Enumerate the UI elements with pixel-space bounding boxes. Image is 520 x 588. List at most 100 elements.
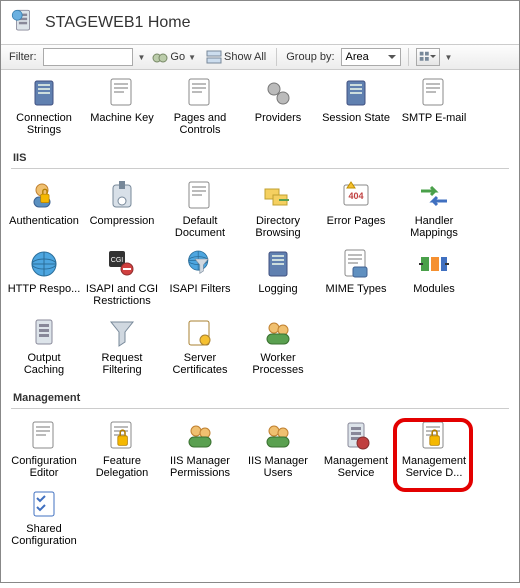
feature-label: Request Filtering xyxy=(85,352,159,376)
feature-label: Compression xyxy=(90,215,155,239)
default-document-icon xyxy=(183,179,217,213)
feature-isapi-filters[interactable]: ISAPI Filters xyxy=(161,243,239,311)
feature-worker-processes[interactable]: Worker Processes xyxy=(239,312,317,380)
groupby-label: Group by: xyxy=(284,51,336,63)
feature-http-response[interactable]: HTTP Respo... xyxy=(5,243,83,311)
feature-mgmt-service-del[interactable]: Management Service D... xyxy=(395,415,473,483)
providers-icon xyxy=(261,76,295,110)
feature-label: Feature Delegation xyxy=(85,455,159,479)
feature-compression[interactable]: Compression xyxy=(83,175,161,243)
feature-label: Default Document xyxy=(163,215,237,239)
feature-providers[interactable]: Providers xyxy=(239,72,317,140)
directory-browsing-icon xyxy=(261,179,295,213)
feature-modules[interactable]: Modules xyxy=(395,243,473,311)
feature-server-certificates[interactable]: Server Certificates xyxy=(161,312,239,380)
feature-label: IIS Manager Permissions xyxy=(163,455,237,479)
section-grid: Configuration EditorFeature DelegationII… xyxy=(5,415,515,551)
separator xyxy=(276,48,277,66)
page-header: STAGEWEB1 Home xyxy=(1,1,519,44)
feature-logging[interactable]: Logging xyxy=(239,243,317,311)
feature-isapi-cgi[interactable]: ISAPI and CGI Restrictions xyxy=(83,243,161,311)
feature-label: ISAPI and CGI Restrictions xyxy=(85,283,159,307)
shared-config-icon xyxy=(27,487,61,521)
feature-error-pages[interactable]: Error Pages xyxy=(317,175,395,243)
go-button[interactable]: Go ▼ xyxy=(149,48,199,66)
feature-label: Modules xyxy=(413,283,455,307)
section-divider xyxy=(11,168,509,169)
binoculars-icon xyxy=(152,49,168,65)
view-mode-button[interactable] xyxy=(416,48,440,66)
feature-label: Shared Configuration xyxy=(7,523,81,547)
logging-icon xyxy=(261,247,295,281)
separator xyxy=(408,48,409,66)
server-icon xyxy=(9,7,37,38)
compression-icon xyxy=(105,179,139,213)
feature-label: MIME Types xyxy=(326,283,387,307)
section-title: IIS xyxy=(5,140,515,168)
session-state-icon xyxy=(339,76,373,110)
show-all-button[interactable]: Show All xyxy=(203,48,269,66)
feature-label: Connection Strings xyxy=(7,112,81,136)
smtp-email-icon xyxy=(417,76,451,110)
aspnet-row: Connection Strings Machine Key Pages and C… xyxy=(5,72,515,140)
filter-input[interactable] xyxy=(43,48,133,66)
mgmt-service-del-icon xyxy=(417,419,451,453)
output-caching-icon xyxy=(27,316,61,350)
feature-shared-config[interactable]: Shared Configuration xyxy=(5,483,83,551)
iis-mgr-users-icon xyxy=(261,419,295,453)
feature-label: Configuration Editor xyxy=(7,455,81,479)
mime-types-icon xyxy=(339,247,373,281)
feature-label: Session State xyxy=(322,112,390,136)
feature-label: Management Service D... xyxy=(397,455,471,479)
worker-processes-icon xyxy=(261,316,295,350)
feature-label: Logging xyxy=(258,283,297,307)
authentication-icon xyxy=(27,179,61,213)
feature-request-filtering[interactable]: Request Filtering xyxy=(83,312,161,380)
feature-handler-mappings[interactable]: Handler Mappings xyxy=(395,175,473,243)
filter-dropdown-icon[interactable]: ▼ xyxy=(138,53,146,62)
feature-label: ISAPI Filters xyxy=(169,283,230,307)
feature-session-state[interactable]: Session State xyxy=(317,72,395,140)
show-all-icon xyxy=(206,49,222,65)
feature-label: Worker Processes xyxy=(241,352,315,376)
feature-mgmt-service[interactable]: Management Service xyxy=(317,415,395,483)
feature-pages-controls[interactable]: Pages and Controls xyxy=(161,72,239,140)
feature-label: Server Certificates xyxy=(163,352,237,376)
feature-label: Handler Mappings xyxy=(397,215,471,239)
server-certificates-icon xyxy=(183,316,217,350)
mgmt-service-icon xyxy=(339,419,373,453)
config-editor-icon xyxy=(27,419,61,453)
http-response-icon xyxy=(27,247,61,281)
feature-smtp-email[interactable]: SMTP E-mail xyxy=(395,72,473,140)
content-area: Connection Strings Machine Key Pages and C… xyxy=(1,70,519,588)
isapi-cgi-icon xyxy=(105,247,139,281)
feature-config-editor[interactable]: Configuration Editor xyxy=(5,415,83,483)
feature-feature-delegation[interactable]: Feature Delegation xyxy=(83,415,161,483)
feature-mime-types[interactable]: MIME Types xyxy=(317,243,395,311)
feature-label: Pages and Controls xyxy=(163,112,237,136)
iis-mgr-perm-icon xyxy=(183,419,217,453)
connection-strings-icon xyxy=(27,76,61,110)
feature-connection-strings[interactable]: Connection Strings xyxy=(5,72,83,140)
feature-default-document[interactable]: Default Document xyxy=(161,175,239,243)
feature-label: Providers xyxy=(255,112,301,136)
modules-icon xyxy=(417,247,451,281)
feature-machine-key[interactable]: Machine Key xyxy=(83,72,161,140)
toolbar: Filter: ▼ Go ▼ Show All Group by: Area ▼ xyxy=(1,44,519,70)
feature-label: HTTP Respo... xyxy=(8,283,81,307)
feature-label: Management Service xyxy=(319,455,393,479)
groupby-dropdown[interactable]: Area xyxy=(341,48,401,66)
feature-directory-browsing[interactable]: Directory Browsing xyxy=(239,175,317,243)
chevron-down-icon[interactable]: ▼ xyxy=(445,53,453,62)
feature-label: Machine Key xyxy=(90,112,154,136)
feature-output-caching[interactable]: Output Caching xyxy=(5,312,83,380)
feature-label: Directory Browsing xyxy=(241,215,315,239)
feature-label: IIS Manager Users xyxy=(241,455,315,479)
feature-authentication[interactable]: Authentication xyxy=(5,175,83,243)
machine-key-icon xyxy=(105,76,139,110)
feature-iis-mgr-perm[interactable]: IIS Manager Permissions xyxy=(161,415,239,483)
feature-label: Authentication xyxy=(9,215,79,239)
isapi-filters-icon xyxy=(183,247,217,281)
feature-iis-mgr-users[interactable]: IIS Manager Users xyxy=(239,415,317,483)
chevron-down-icon: ▼ xyxy=(188,53,196,62)
